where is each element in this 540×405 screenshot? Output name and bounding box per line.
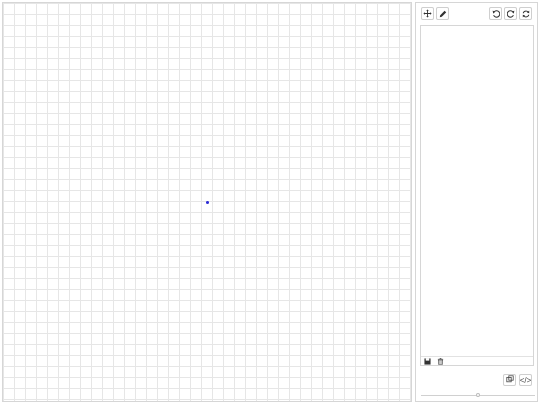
redo-button[interactable] (504, 7, 517, 20)
canvas-point[interactable] (206, 201, 209, 204)
save-icon[interactable] (424, 358, 431, 365)
side-panel: </> (415, 2, 538, 402)
panel-toolbar (416, 3, 537, 23)
zoom-slider-handle[interactable] (476, 393, 480, 397)
refresh-button[interactable] (519, 7, 532, 20)
copy-button[interactable] (503, 374, 516, 386)
element-list-footer (421, 356, 533, 365)
move-icon (423, 9, 432, 18)
undo-button[interactable] (489, 7, 502, 20)
refresh-icon (522, 10, 530, 18)
zoom-slider[interactable] (421, 393, 535, 397)
pencil-icon (439, 10, 447, 18)
redo-icon (506, 9, 515, 18)
undo-icon (492, 9, 500, 18)
drawing-app: </> (0, 0, 540, 405)
code-icon: </> (519, 375, 532, 385)
drawing-canvas[interactable] (2, 2, 412, 402)
code-button[interactable]: </> (519, 374, 532, 386)
move-tool-button[interactable] (421, 7, 434, 20)
element-list[interactable] (420, 25, 534, 366)
trash-icon[interactable] (437, 358, 444, 365)
copy-icon (505, 375, 514, 385)
pencil-tool-button[interactable] (436, 7, 449, 20)
